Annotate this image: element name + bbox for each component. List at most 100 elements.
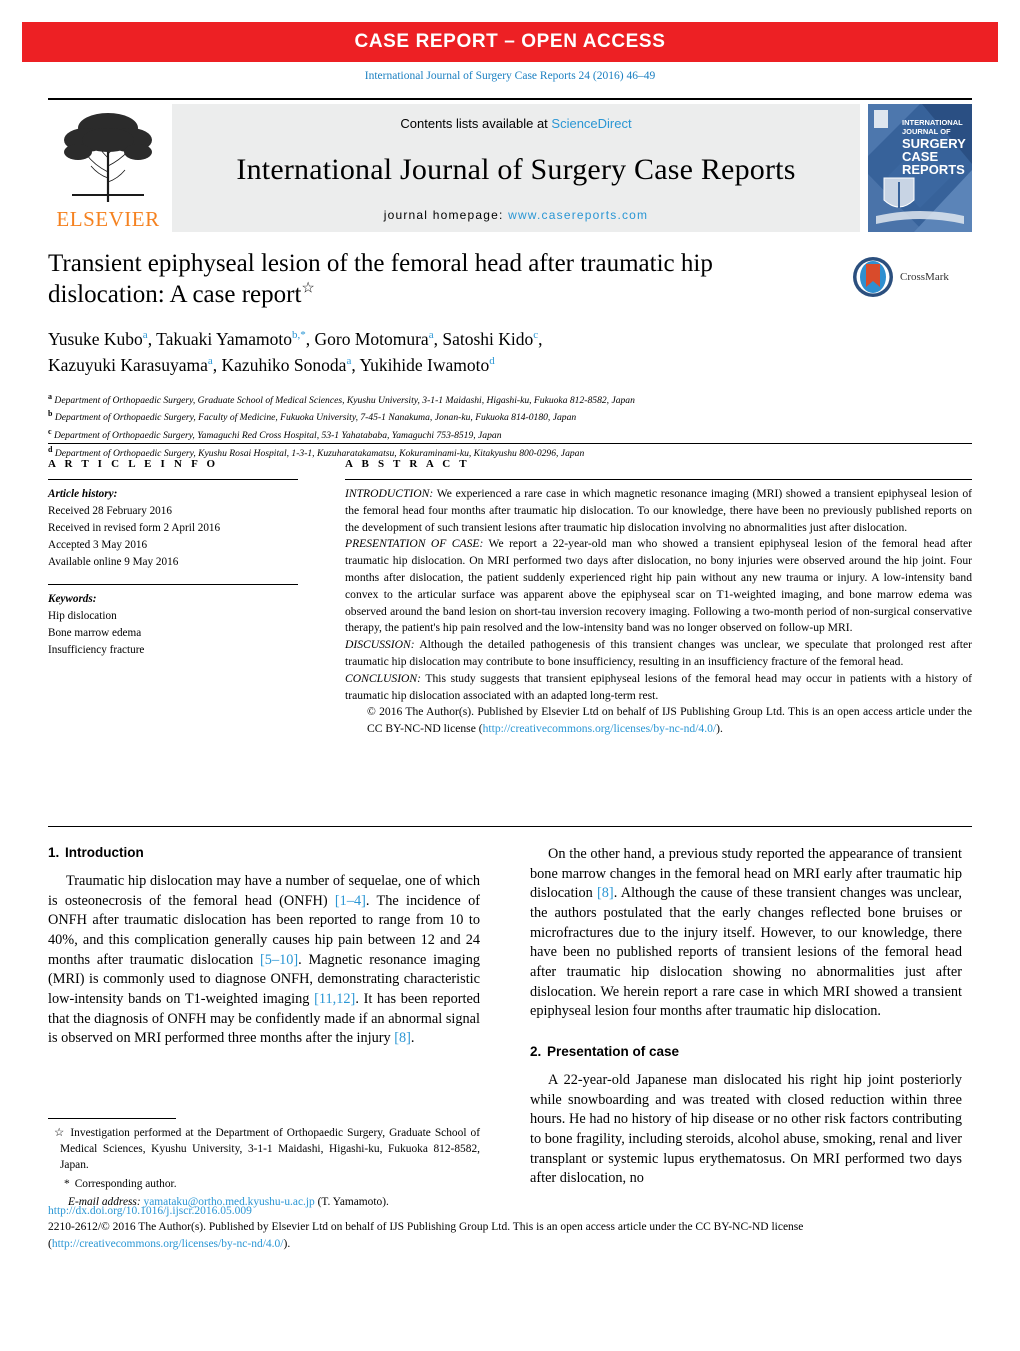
affiliation-marker: c [48,426,52,436]
citation-ref[interactable]: [5–10] [260,952,298,968]
abstract-rule [345,479,972,480]
journal-cover-thumbnail: INTERNATIONAL JOURNAL OF SURGERY CASE RE… [868,104,972,232]
abstract-heading: A B S T R A C T [345,458,470,470]
affiliation-item: b Department of Orthopaedic Surgery, Fac… [48,408,972,426]
section-title: Introduction [65,845,144,860]
author-affil-marker[interactable]: d [489,355,495,367]
divider-above-body [48,826,972,827]
history-item: Received in revised form 2 April 2016 [48,522,221,535]
abstract-body: INTRODUCTION: We experienced a rare case… [345,486,972,738]
elsevier-logo: ELSEVIER [48,104,168,232]
author-sep: , [538,329,543,349]
footnote-text: Corresponding author. [74,1177,177,1190]
citation-ref[interactable]: [8] [597,885,614,901]
footnote-text: Investigation performed at the Departmen… [60,1127,480,1172]
keyword-item: Insufficiency fracture [48,644,145,657]
affiliation-text: Department of Orthopaedic Surgery, Gradu… [54,394,635,406]
paragraph-text: . Although the cause of these transient … [530,885,963,1020]
history-item: Received 28 February 2016 [48,505,172,518]
author-name: Kazuhiko Sonoda [221,355,347,376]
paragraph: Traumatic hip dislocation may have a num… [48,872,480,1049]
citation-ref[interactable]: [1–4] [335,893,366,909]
title-footnote-marker[interactable]: ☆ [301,281,314,297]
crossmark-badge[interactable]: CrossMark [852,254,972,300]
citation-ref[interactable]: [11,12] [314,991,355,1007]
homepage-url-link[interactable]: www.casereports.com [508,208,648,222]
affiliation-marker: d [48,444,53,454]
author-item: Kazuhiko Sonodaa, [222,355,360,375]
footer-license-suffix: ). [283,1237,291,1250]
keyword-item: Bone marrow edema [48,627,142,640]
affiliation-item: a Department of Orthopaedic Surgery, Gra… [48,391,972,409]
abstract-copyright: © 2016 The Author(s). Published by Elsev… [345,704,972,738]
footnote-investigation: ☆ Investigation performed at the Departme… [48,1125,480,1174]
page-title: Transient epiphyseal lesion of the femor… [48,248,818,310]
keywords-label: Keywords: [48,593,97,606]
author-list: Yusuke Kuboa, Takuaki Yamamotob,*, Goro … [48,326,848,379]
open-access-banner: CASE REPORT – OPEN ACCESS [22,22,998,62]
article-info-heading: A R T I C L E I N F O [48,458,219,470]
citation-ref[interactable]: [8] [394,1030,411,1046]
abstract-section: PRESENTATION OF CASE: We report a 22-yea… [345,536,972,637]
affiliation-marker: b [48,409,53,419]
svg-text:REPORTS: REPORTS [902,162,965,177]
author-name: Yusuke Kubo [48,329,143,349]
contents-available-line: Contents lists available at ScienceDirec… [400,116,631,131]
article-page: CASE REPORT – OPEN ACCESS International … [0,0,1020,1351]
keywords-rule [48,584,298,586]
journal-homepage-line: journal homepage: www.casereports.com [384,208,649,222]
author-sep: , [147,329,157,349]
paragraph-text: . [410,1030,415,1047]
affiliation-item: c Department of Orthopaedic Surgery, Yam… [48,426,972,444]
section-number: 2. [530,1043,542,1059]
paragraph: A 22-year-old Japanese man dislocated hi… [530,1071,962,1187]
page-footer: http://dx.doi.org/10.1016/j.ijscr.2016.0… [48,1205,972,1252]
keywords-block: Keywords: Hip dislocation Bone marrow ed… [48,591,298,659]
article-info-rule [48,479,298,480]
journal-masthead: ELSEVIER Contents lists available at Sci… [48,98,972,233]
abstract-text: Although the detailed pathogenesis of th… [345,638,972,668]
author-name: Kazuyuki Karasuyama [48,355,208,376]
abstract-runhead: INTRODUCTION: [345,487,434,500]
elsevier-wordmark: ELSEVIER [56,207,160,231]
copyright-suffix: ). [716,722,723,736]
paragraph: On the other hand, a previous study repo… [530,845,962,1022]
history-item: Accepted 3 May 2016 [48,539,148,552]
history-item: Available online 9 May 2016 [48,556,179,569]
author-item: Yusuke Kuboa, [48,329,156,349]
abstract-runhead: CONCLUSION: [345,671,422,685]
author-item: Kazuyuki Karasuyamaa, [48,355,222,375]
sciencedirect-link[interactable]: ScienceDirect [551,116,631,131]
author-item: Goro Motomuraa, [314,329,442,349]
article-history-label: Article history: [48,488,118,500]
abstract-runhead: DISCUSSION: [345,638,415,652]
article-history-block: Article history: Received 28 February 20… [48,486,298,571]
footnote-marker-asterisk: * [64,1177,70,1190]
abstract-text: This study suggests that transient epiph… [345,671,972,702]
journal-citation: International Journal of Surgery Case Re… [364,70,656,82]
footer-license-link[interactable]: http://creativecommons.org/licenses/by-n… [52,1238,284,1250]
affiliation-text: Department of Orthopaedic Surgery, Facul… [54,412,577,424]
cc-license-link[interactable]: http://creativecommons.org/licenses/by-n… [483,722,717,735]
crossmark-label: CrossMark [900,271,949,283]
section-title: Presentation of case [547,1043,680,1059]
author-name: Satoshi Kido [442,329,534,349]
abstract-section: CONCLUSION: This study suggests that tra… [345,671,972,705]
svg-text:INTERNATIONAL: INTERNATIONAL [902,118,963,127]
author-affil-marker[interactable]: b,* [292,329,306,341]
section-heading-introduction: 1. Introduction [48,845,480,860]
keyword-item: Hip dislocation [48,610,117,623]
crossmark-icon [853,257,893,297]
masthead-center-panel: Contents lists available at ScienceDirec… [172,104,860,232]
contents-prefix: Contents lists available at [400,116,552,131]
author-name: Yukihide Iwamoto [359,355,490,376]
author-item: Yukihide Iwamotod [359,355,494,375]
abstract-section: INTRODUCTION: We experienced a rare case… [345,486,972,536]
section-heading-presentation: 2. Presentation of case [530,1044,962,1059]
body-left-column: 1. Introduction Traumatic hip dislocation… [48,845,480,1060]
doi-link[interactable]: http://dx.doi.org/10.1016/j.ijscr.2016.0… [48,1205,972,1217]
abstract-column: A B S T R A C T INTRODUCTION: We experie… [345,458,972,738]
abstract-text: We experienced a rare case in which magn… [345,487,972,534]
footnote-rule [48,1118,176,1119]
